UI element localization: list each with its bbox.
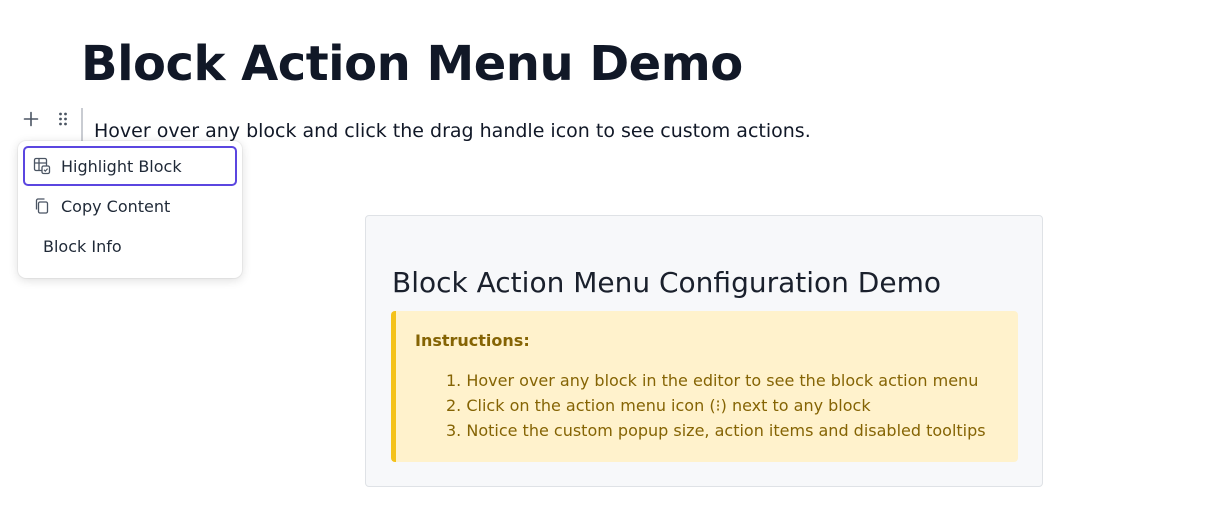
menu-item-label: Highlight Block: [61, 156, 182, 176]
list-item: 1. Hover over any block in the editor to…: [446, 371, 979, 390]
menu-item-copy-content[interactable]: Copy Content: [23, 186, 237, 226]
drag-handle-icon: [59, 112, 67, 126]
block-action-menu: Highlight Block Copy Content Block Info: [18, 141, 242, 278]
menu-item-highlight-block[interactable]: Highlight Block: [23, 146, 237, 186]
menu-item-label: Copy Content: [61, 196, 171, 216]
drag-handle-button[interactable]: [52, 108, 74, 130]
highlight-block-icon: [33, 157, 51, 175]
page-title: Block Action Menu Demo: [81, 36, 743, 92]
instructions-list: 1. Hover over any block in the editor to…: [446, 368, 986, 443]
menu-item-label: Block Info: [43, 236, 122, 256]
menu-item-block-info[interactable]: Block Info: [23, 226, 237, 266]
config-card: Block Action Menu Configuration Demo Ins…: [365, 215, 1043, 487]
list-item: 3. Notice the custom popup size, action …: [446, 421, 986, 440]
copy-icon: [33, 197, 51, 215]
card-title: Block Action Menu Configuration Demo: [392, 266, 941, 299]
paragraph-block[interactable]: Hover over any block and click the drag …: [94, 120, 811, 142]
block-controls: [20, 107, 74, 131]
instructions-box: Instructions: 1. Hover over any block in…: [391, 311, 1018, 462]
instructions-heading: Instructions:: [415, 331, 530, 350]
add-block-button[interactable]: [20, 108, 42, 130]
plus-icon: [23, 111, 39, 127]
list-item: 2. Click on the action menu icon (⁝) nex…: [446, 396, 871, 415]
